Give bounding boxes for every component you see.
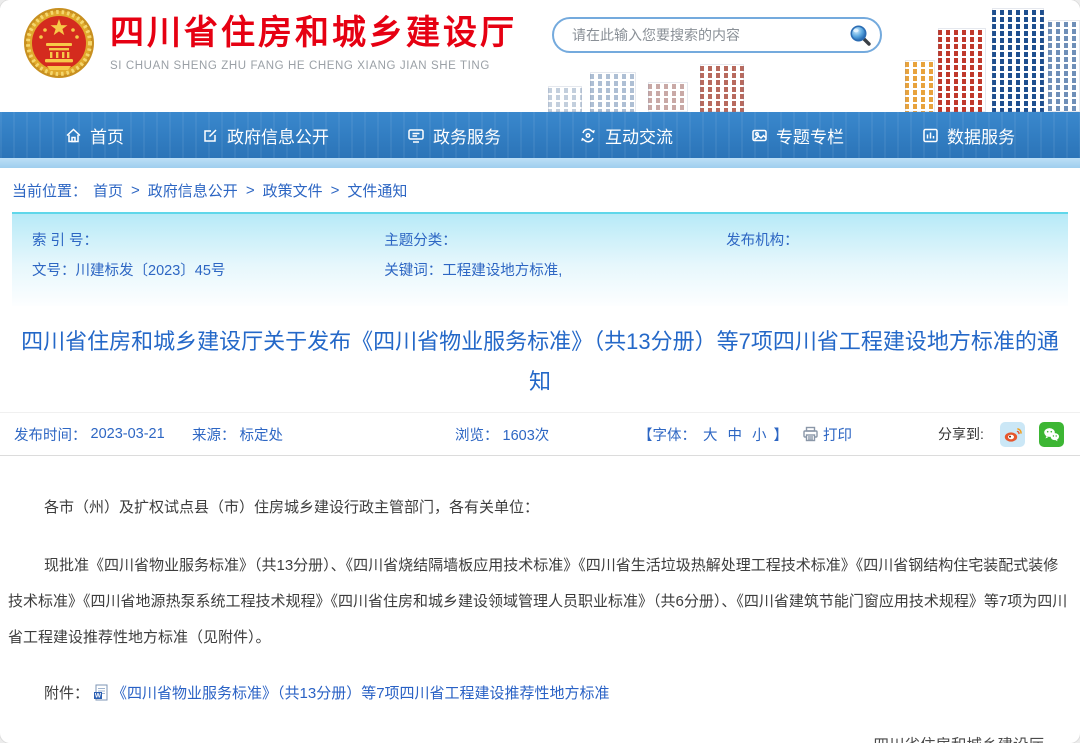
field-label: 文号： <box>32 263 76 279</box>
breadcrumb-separator: > <box>246 182 255 199</box>
paragraph-body: 现批准《四川省物业服务标准》（共13分册）、《四川省烧结隔墙板应用技术标准》《四… <box>8 548 1072 656</box>
nav-item-topics[interactable]: 专题专栏 <box>751 123 844 148</box>
info-field-docno: 文号：川建标发〔2023〕45号 <box>32 259 384 280</box>
font-size-suffix: 】 <box>774 424 789 445</box>
svg-text:W: W <box>95 693 102 700</box>
info-field-keywords: 关键词：工程建设地方标准, <box>384 259 726 280</box>
field-label: 关键词： <box>384 263 442 279</box>
building-illustration <box>1048 20 1080 112</box>
field-value: 川建标发〔2023〕45号 <box>76 263 226 279</box>
share-label: 分享到: <box>938 424 984 444</box>
building-illustration <box>905 60 935 112</box>
source: 来源：标定处 <box>192 413 283 455</box>
print-icon <box>802 426 819 442</box>
breadcrumb-link-info-disclosure[interactable]: 政府信息公开 <box>148 180 238 201</box>
building-illustration <box>700 64 744 112</box>
view-count-label: 浏览： <box>455 424 499 445</box>
breadcrumb-link-home[interactable]: 首页 <box>93 180 123 201</box>
article-body: 各市（州）及扩权试点县（市）住房城乡建设行政主管部门，各有关单位： 现批准《四川… <box>0 490 1080 743</box>
search-button[interactable] <box>846 21 874 49</box>
building-illustration <box>548 86 582 112</box>
search-box <box>552 17 882 53</box>
font-size-large-button[interactable]: 大 <box>703 424 718 445</box>
share-group: 分享到: <box>938 413 1064 455</box>
info-disclosure-icon <box>202 127 219 144</box>
interaction-icon <box>579 127 597 144</box>
nav-item-label: 首页 <box>90 123 124 148</box>
nav-item-label: 政务服务 <box>433 123 501 148</box>
view-count-value: 1603次 <box>503 424 550 445</box>
data-service-icon <box>922 127 939 144</box>
building-illustration <box>648 82 688 112</box>
site-logo[interactable]: 四川省住房和城乡建设厅 SI CHUAN SHENG ZHU FANG HE C… <box>22 6 517 80</box>
source-value: 标定处 <box>240 424 284 445</box>
field-value: 工程建设地方标准, <box>442 263 562 279</box>
home-icon <box>65 127 82 144</box>
search-icon <box>848 23 872 47</box>
nav-item-label: 专题专栏 <box>776 123 844 148</box>
field-label: 索 引 号： <box>32 233 98 249</box>
breadcrumb: 当前位置： 首页 > 政府信息公开 > 政策文件 > 文件通知 <box>0 168 1080 212</box>
info-field-agency: 发布机构： <box>726 229 1068 250</box>
print-button[interactable]: 打印 <box>802 413 852 455</box>
nav-item-label: 数据服务 <box>947 123 1015 148</box>
site-title-block: 四川省住房和城乡建设厅 SI CHUAN SHENG ZHU FANG HE C… <box>110 14 517 71</box>
weibo-icon <box>1003 425 1022 444</box>
site-title: 四川省住房和城乡建设厅 <box>110 14 517 53</box>
nav-item-data-service[interactable]: 数据服务 <box>922 123 1015 148</box>
nav-item-home[interactable]: 首页 <box>65 123 124 148</box>
document-info-panel: 索 引 号： 主题分类： 发布机构： 文号：川建标发〔2023〕45号 关键词：… <box>12 212 1068 306</box>
nav-item-label: 政府信息公开 <box>227 123 329 148</box>
signature: 四川省住房和城乡建设厅 <box>8 733 1044 743</box>
search-input[interactable] <box>570 26 846 44</box>
nav-item-interaction[interactable]: 互动交流 <box>579 123 673 148</box>
publish-date-label: 发布时间： <box>14 424 87 445</box>
publish-date-value: 2023-03-21 <box>91 426 165 442</box>
font-size-control: 【字体： 大 中 小 】 <box>638 413 788 455</box>
article-meta-bar: 发布时间：2023-03-21 来源：标定处 浏览：1603次 【字体： 大 中… <box>0 412 1080 456</box>
field-label: 发布机构： <box>726 233 799 249</box>
article-title: 四川省住房和城乡建设厅关于发布《四川省物业服务标准》（共13分册）等7项四川省工… <box>20 322 1060 402</box>
breadcrumb-label: 当前位置： <box>12 180 87 201</box>
topics-icon <box>751 127 768 144</box>
building-illustration <box>938 28 986 112</box>
national-emblem-icon <box>22 6 96 80</box>
field-label: 主题分类： <box>384 233 457 249</box>
attachment-row: 附件： W 《四川省物业服务标准》（共13分册）等7项四川省工程建设推荐性地方标… <box>8 682 1072 703</box>
share-wechat-button[interactable] <box>1039 422 1064 447</box>
word-document-icon: W <box>93 684 108 701</box>
gov-service-icon <box>407 127 425 144</box>
publish-date: 发布时间：2023-03-21 <box>14 413 165 455</box>
info-field-index: 索 引 号： <box>32 229 384 250</box>
building-illustration <box>992 8 1044 112</box>
font-size-medium-button[interactable]: 中 <box>728 424 743 445</box>
breadcrumb-separator: > <box>331 182 340 199</box>
breadcrumb-separator: > <box>131 182 140 199</box>
building-illustration <box>590 72 636 112</box>
attachment-link[interactable]: 《四川省物业服务标准》（共13分册）等7项四川省工程建设推荐性地方标准 <box>112 682 610 703</box>
attachment-label: 附件： <box>44 682 89 703</box>
share-weibo-button[interactable] <box>1000 422 1025 447</box>
breadcrumb-link-document-notices[interactable]: 文件通知 <box>347 180 407 201</box>
main-nav: 首页 政府信息公开 政务服务 互动交流 专题专栏 <box>0 112 1080 158</box>
site-header: 四川省住房和城乡建设厅 SI CHUAN SHENG ZHU FANG HE C… <box>0 0 1080 112</box>
wechat-icon <box>1042 425 1061 444</box>
page: 四川省住房和城乡建设厅 SI CHUAN SHENG ZHU FANG HE C… <box>0 0 1080 743</box>
nav-item-label: 互动交流 <box>605 123 673 148</box>
breadcrumb-link-policy-documents[interactable]: 政策文件 <box>263 180 323 201</box>
nav-substrip <box>0 158 1080 168</box>
nav-item-gov-service[interactable]: 政务服务 <box>407 123 501 148</box>
paragraph-salutation: 各市（州）及扩权试点县（市）住房城乡建设行政主管部门，各有关单位： <box>8 490 1072 526</box>
print-label: 打印 <box>823 424 852 445</box>
font-size-small-button[interactable]: 小 <box>752 424 767 445</box>
source-label: 来源： <box>192 424 236 445</box>
font-size-prefix: 【字体： <box>638 424 696 445</box>
info-field-topic: 主题分类： <box>384 229 726 250</box>
view-count: 浏览：1603次 <box>455 413 549 455</box>
site-subtitle: SI CHUAN SHENG ZHU FANG HE CHENG XIANG J… <box>110 60 517 72</box>
nav-item-info-disclosure[interactable]: 政府信息公开 <box>202 123 329 148</box>
